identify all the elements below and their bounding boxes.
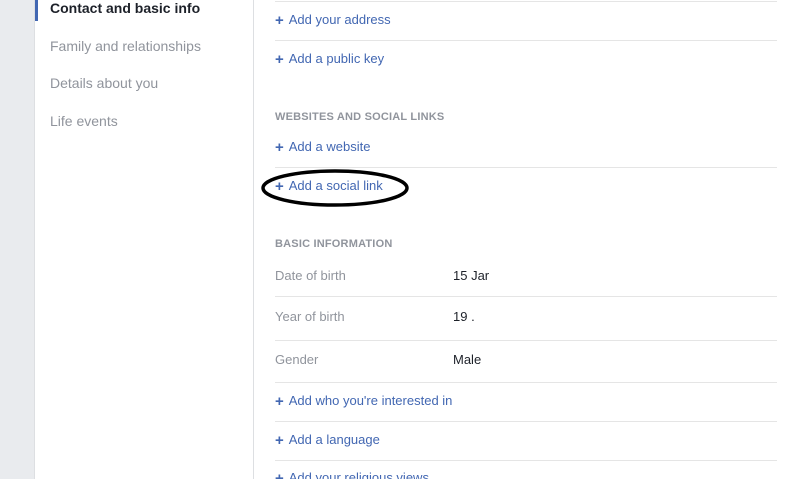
gender-value: Male — [453, 352, 482, 367]
row-divider — [275, 460, 777, 461]
row-divider — [275, 296, 777, 297]
row-divider — [275, 340, 777, 341]
add-interested-in-link[interactable]: + Add who you're interested in — [275, 393, 452, 410]
left-gutter — [0, 0, 34, 486]
plus-icon: + — [275, 139, 284, 156]
sidebar-item-contact-basic-info[interactable]: Contact and basic info — [50, 0, 200, 16]
profile-about-page: Contact and basic info Family and relati… — [0, 0, 796, 486]
add-website-link[interactable]: + Add a website — [275, 139, 370, 156]
add-public-key-link[interactable]: + Add a public key — [275, 51, 384, 68]
add-public-key-label: Add a public key — [288, 51, 385, 66]
add-address-link[interactable]: + Add your address — [275, 12, 391, 29]
add-interested-in-label: Add who you're interested in — [288, 393, 453, 408]
row-divider — [275, 40, 777, 41]
plus-icon: + — [275, 393, 284, 410]
plus-icon: + — [275, 178, 284, 195]
year-of-birth-value: 19 . — [453, 309, 475, 324]
row-divider — [275, 382, 777, 383]
row-divider — [275, 421, 777, 422]
add-social-link-label: Add a social link — [288, 178, 383, 193]
date-of-birth-value: 15 Jar — [453, 268, 490, 283]
basic-info-section-header: BASIC INFORMATION — [275, 238, 393, 250]
about-sidebar: Contact and basic info Family and relati… — [35, 0, 253, 486]
about-main-content: + Add your address + Add a public key WEBS… — [254, 0, 796, 486]
plus-icon: + — [275, 51, 284, 68]
add-address-label: Add your address — [288, 12, 391, 27]
plus-icon: + — [275, 432, 284, 449]
add-website-label: Add a website — [288, 139, 371, 154]
add-language-link[interactable]: + Add a language — [275, 432, 380, 449]
add-language-label: Add a language — [288, 432, 380, 447]
year-of-birth-label: Year of birth — [275, 309, 345, 324]
row-divider — [275, 1, 777, 2]
plus-icon: + — [275, 12, 284, 29]
row-divider — [275, 167, 777, 168]
date-of-birth-label: Date of birth — [275, 268, 346, 283]
sidebar-item-life-events[interactable]: Life events — [50, 113, 118, 129]
gender-label: Gender — [275, 352, 319, 367]
page-bottom-edge — [0, 479, 796, 486]
add-social-link-link[interactable]: + Add a social link — [275, 178, 383, 195]
websites-section-header: WEBSITES AND SOCIAL LINKS — [275, 111, 445, 123]
sidebar-item-details-about-you[interactable]: Details about you — [50, 75, 158, 91]
sidebar-item-family-relationships[interactable]: Family and relationships — [50, 38, 201, 54]
